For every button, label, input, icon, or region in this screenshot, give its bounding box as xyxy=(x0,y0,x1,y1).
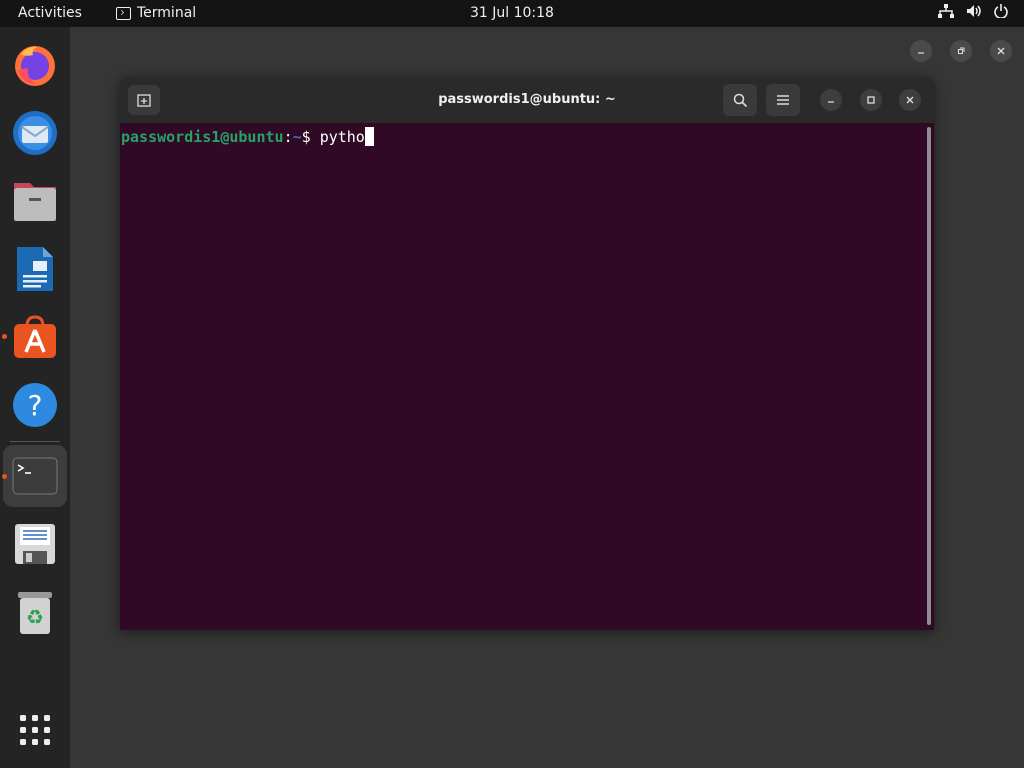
text-cursor xyxy=(364,127,374,146)
app-menu[interactable]: Terminal xyxy=(116,5,196,21)
restore-icon xyxy=(958,47,965,54)
app-center-icon xyxy=(14,315,56,358)
system-tray[interactable] xyxy=(938,4,1008,18)
prompt-user-host: passwordis1@ubuntu xyxy=(121,127,284,146)
dock-item-firefox[interactable] xyxy=(3,34,67,96)
search-button[interactable] xyxy=(723,84,757,116)
libreoffice-writer-icon xyxy=(17,247,53,291)
show-apps-button[interactable] xyxy=(3,699,67,761)
maximize-button[interactable] xyxy=(860,89,882,111)
thunderbird-icon xyxy=(13,111,57,155)
trash-icon: ♻ xyxy=(18,592,52,634)
maximize-icon xyxy=(867,96,875,104)
floppy-save-icon xyxy=(15,524,55,564)
scrollbar[interactable] xyxy=(927,127,931,625)
close-icon xyxy=(906,96,914,104)
prompt-path: ~ xyxy=(292,127,302,146)
dock-item-save[interactable] xyxy=(3,513,67,575)
dock-item-writer[interactable] xyxy=(3,238,67,300)
firefox-icon xyxy=(15,46,55,86)
dock-separator xyxy=(10,441,60,442)
close-button[interactable] xyxy=(899,89,921,111)
dock-item-terminal[interactable] xyxy=(3,445,67,507)
files-icon xyxy=(14,183,56,221)
volume-icon[interactable] xyxy=(966,4,982,18)
minimize-icon xyxy=(828,101,834,103)
minimize-button[interactable] xyxy=(820,89,842,111)
help-icon: ? xyxy=(13,383,57,427)
close-icon xyxy=(997,47,1005,55)
power-icon[interactable] xyxy=(994,4,1008,18)
background-close-button[interactable] xyxy=(990,40,1012,62)
prompt-colon: : xyxy=(283,127,293,146)
top-bar: Activities Terminal 31 Jul 10:18 xyxy=(0,0,1024,27)
prompt-line: passwordis1@ubuntu: ~ $ pytho xyxy=(121,127,374,146)
background-minimize-button[interactable] xyxy=(910,40,932,62)
svg-text:?: ? xyxy=(28,389,43,422)
network-icon[interactable] xyxy=(938,4,954,18)
hamburger-menu-icon xyxy=(777,95,789,105)
app-menu-label: Terminal xyxy=(137,5,197,21)
svg-text:♻: ♻ xyxy=(26,605,44,629)
dock-item-help[interactable]: ? xyxy=(3,374,67,436)
dock-item-app-center[interactable] xyxy=(3,306,67,368)
dock-item-thunderbird[interactable] xyxy=(3,102,67,164)
terminal-header-bar[interactable]: passwordis1@ubuntu: ~ xyxy=(120,77,934,123)
dock-item-files[interactable] xyxy=(3,170,67,232)
dock-item-trash[interactable]: ♻ xyxy=(3,582,67,644)
window-title: passwordis1@ubuntu: ~ xyxy=(438,92,616,107)
terminal-app-icon xyxy=(116,6,131,20)
search-icon xyxy=(733,93,747,107)
background-restore-button[interactable] xyxy=(950,40,972,62)
terminal-icon xyxy=(12,457,58,495)
terminal-window[interactable]: passwordis1@ubuntu: ~ passwordis1@ubuntu… xyxy=(120,77,934,630)
show-apps-icon xyxy=(20,715,50,745)
minimize-icon xyxy=(918,52,924,54)
prompt-symbol: $ xyxy=(301,127,320,146)
menu-button[interactable] xyxy=(766,84,800,116)
running-indicator xyxy=(2,474,7,479)
typed-command: pytho xyxy=(319,127,365,146)
activities-button[interactable]: Activities xyxy=(18,5,82,21)
dock: ? ♻ xyxy=(0,27,70,768)
terminal-body[interactable]: passwordis1@ubuntu: ~ $ pytho xyxy=(120,123,934,630)
running-indicator xyxy=(2,334,7,339)
